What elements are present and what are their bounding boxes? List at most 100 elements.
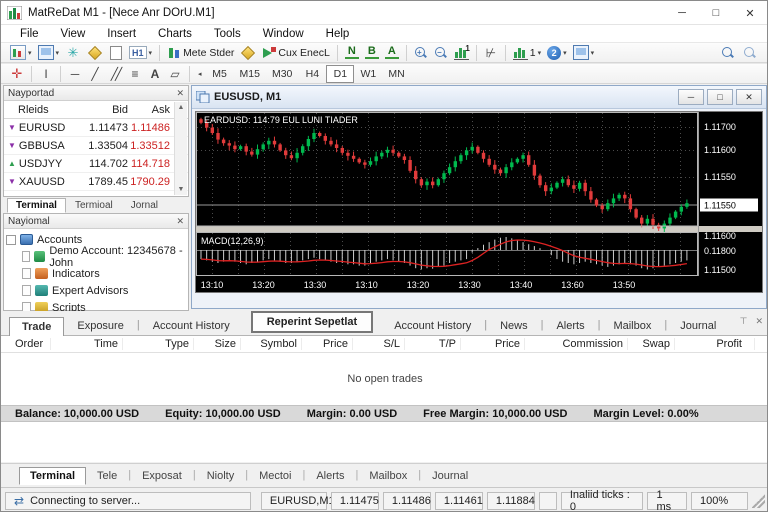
tick-chart-button[interactable]: ▾	[35, 44, 63, 62]
timeframe-d1[interactable]: D1	[326, 64, 355, 83]
close-button[interactable]: ✕	[733, 1, 767, 25]
table-row[interactable]: ▲ USDJYY 114.702 114.718	[4, 155, 188, 173]
maximize-button[interactable]: □	[699, 1, 733, 25]
menu-tools[interactable]: Tools	[203, 28, 252, 40]
status-zoom[interactable]: 100%	[690, 491, 749, 510]
advanced-search-icon[interactable]	[743, 46, 757, 60]
autotrading-button[interactable]: Cux EnecL	[259, 44, 332, 62]
status-symbol-period[interactable]: EURUSD,M1	[260, 491, 335, 510]
bottom-tab-terminal[interactable]: Terminal	[19, 467, 87, 485]
tab-exposure[interactable]: Exposure	[64, 316, 136, 335]
font-b-button[interactable]: B	[362, 44, 382, 62]
chart-canvas[interactable]: 1.11700 1.11600 1.11550 1.11550 1.11600 0.118…	[195, 111, 763, 293]
chart-screen-button[interactable]: ▾	[570, 44, 598, 62]
data-folder-button[interactable]	[237, 44, 259, 62]
timeframe-h4[interactable]: H4	[298, 65, 326, 83]
hline-button[interactable]: ─	[65, 65, 85, 83]
menu-view[interactable]: View	[50, 28, 97, 40]
chevron-left-icon[interactable]: ◂	[198, 70, 202, 78]
menu-window[interactable]: Window	[252, 28, 315, 40]
trendline-button[interactable]: ╱	[85, 65, 105, 83]
scroll-down-icon[interactable]: ▼	[178, 186, 185, 193]
floating-tab[interactable]: Reperint Sepetlat	[250, 311, 374, 333]
col-sl[interactable]: S/L	[353, 338, 405, 350]
chart-title-bar[interactable]: EUSUSD, M1 ─ □ ✕	[192, 86, 766, 109]
table-row[interactable]: ▼ EURUSD 1.11473 1.11486	[4, 119, 188, 137]
tab-account-history-left[interactable]: Account History	[140, 316, 243, 335]
bottom-tab-mailbox[interactable]: Mailbox	[358, 467, 418, 485]
cursor-button[interactable]: I	[36, 65, 56, 83]
checkbox[interactable]	[6, 234, 16, 245]
bottom-tab-exposat[interactable]: Exposat	[131, 467, 193, 485]
timeframe-w1[interactable]: W1	[354, 65, 382, 83]
new-chart-button[interactable]: ▾	[7, 44, 35, 62]
auto-scroll-button[interactable]: ⊬	[481, 44, 501, 62]
col-tp[interactable]: T/P	[405, 338, 461, 350]
menu-insert[interactable]: Insert	[96, 28, 147, 40]
template-button[interactable]	[106, 44, 126, 62]
timeframe-m30[interactable]: M30	[266, 65, 298, 83]
col-commission[interactable]: Commission	[525, 338, 628, 350]
chart-minimize-button[interactable]: ─	[678, 89, 704, 105]
col-swap[interactable]: Swap	[628, 338, 675, 350]
font-a-button[interactable]: A	[382, 44, 402, 62]
tab-trade[interactable]: Trade	[9, 317, 65, 336]
scrollbar[interactable]: ▲ ▼	[174, 102, 187, 195]
col-type[interactable]: Type	[123, 338, 194, 350]
col-time[interactable]: Time	[51, 338, 123, 350]
menu-file[interactable]: File	[9, 28, 50, 40]
symbols-button[interactable]: ✳	[62, 44, 84, 62]
tree-item-expert-advisors[interactable]: Expert Advisors	[6, 282, 188, 299]
col-ask[interactable]: Ask	[128, 104, 173, 116]
tab-alerts[interactable]: Alerts	[543, 316, 597, 335]
font-n-button[interactable]: N	[342, 44, 362, 62]
bottom-tab-mectoi[interactable]: Mectoi	[248, 467, 302, 485]
col-size[interactable]: Size	[194, 338, 241, 350]
tab-symbols[interactable]: Terminal	[7, 198, 66, 213]
col-symbol[interactable]: Symbol	[241, 338, 302, 350]
close-icon[interactable]: ✕	[176, 88, 184, 99]
col-bid[interactable]: Bid	[76, 104, 128, 116]
bottom-tab-tele[interactable]: Tele	[86, 467, 128, 485]
chart-restore-button[interactable]: □	[707, 89, 733, 105]
timeframe-m5[interactable]: M5	[206, 65, 234, 83]
search-icon[interactable]	[721, 46, 735, 60]
col-profit[interactable]: Profit	[675, 338, 755, 350]
col-order[interactable]: Order	[1, 338, 51, 350]
menu-charts[interactable]: Charts	[147, 28, 203, 40]
crosshair-button[interactable]: ✛	[7, 65, 27, 83]
timeframe-m15[interactable]: M15	[234, 65, 266, 83]
tab-journal[interactable]: Journal	[667, 316, 729, 335]
table-row[interactable]: ▼ XAUUSD 1789.45 1790.29	[4, 173, 188, 191]
resize-grip-icon[interactable]	[752, 493, 766, 508]
tab-account-history[interactable]: Account History	[381, 316, 484, 335]
bar-chart-button[interactable]: 1	[451, 44, 472, 62]
col-symbol[interactable]: Rleids	[4, 104, 76, 116]
col-price-current[interactable]: Price	[461, 338, 525, 350]
menu-help[interactable]: Help	[315, 28, 361, 40]
tab-mailbox[interactable]: Mailbox	[600, 316, 664, 335]
col-price-open[interactable]: Price	[302, 338, 353, 350]
new-order-button[interactable]: Mete Stder	[164, 44, 237, 62]
dock-icon[interactable]: ⊤	[740, 316, 748, 327]
period-m1-button[interactable]: 1 ▾	[510, 44, 544, 62]
text-button[interactable]: A	[145, 65, 165, 83]
minimize-button[interactable]: ─	[665, 1, 699, 25]
bottom-tab-niolty[interactable]: Niolty	[196, 467, 246, 485]
table-row[interactable]: ▼ GBBUSA 1.33504 1.33512	[4, 137, 188, 155]
fibonacci-button[interactable]: ≡	[125, 65, 145, 83]
tab-journal-mini[interactable]: Jornal	[122, 198, 167, 213]
chart-close-button[interactable]: ✕	[736, 89, 762, 105]
timeframe-mn[interactable]: MN	[382, 65, 410, 83]
bottom-tab-journal[interactable]: Journal	[421, 467, 479, 485]
tree-item-demo-account[interactable]: Demo Account: 12345678 - John	[6, 245, 188, 269]
zoom-out-button[interactable]: −	[431, 44, 451, 62]
indicators-button[interactable]: 2 ▾	[544, 44, 570, 62]
tab-tick-chart[interactable]: Termioal	[66, 198, 122, 213]
zoom-in-button[interactable]: +	[411, 44, 431, 62]
bottom-tab-alerts[interactable]: Alerts	[305, 467, 355, 485]
close-icon[interactable]: ✕	[755, 316, 763, 327]
shapes-button[interactable]: ▱	[165, 65, 185, 83]
channel-button[interactable]: ╱╱	[105, 65, 125, 83]
data-window-button[interactable]	[84, 44, 106, 62]
